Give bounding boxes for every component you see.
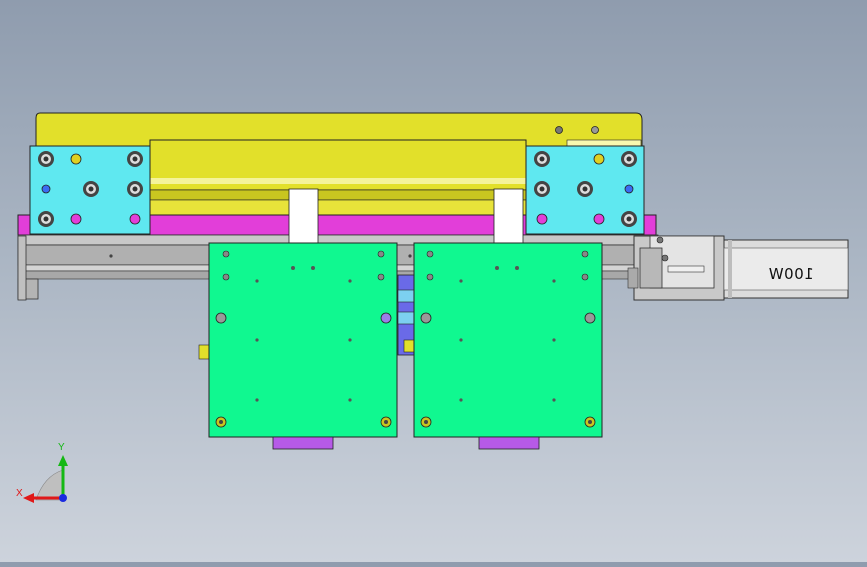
bolt-icon [420, 416, 432, 428]
bolt-icon [621, 151, 637, 167]
coordinate-triad [23, 455, 68, 503]
x-axis-label: X [16, 488, 23, 499]
y-axis-label: Y [58, 442, 65, 453]
purple-tab-left[interactable] [272, 436, 334, 450]
bolt-icon [215, 416, 227, 428]
carriage-right[interactable] [413, 242, 603, 438]
screw-hole-icon [656, 236, 664, 244]
bolt-icon [38, 151, 54, 167]
carriage-left[interactable] [208, 242, 398, 438]
bolt-icon [380, 416, 392, 428]
mount-block-right[interactable] [525, 145, 645, 235]
bolt-icon [534, 151, 550, 167]
screw-hole-icon [661, 254, 669, 262]
bolt-icon [127, 151, 143, 167]
support-column-right[interactable] [493, 188, 524, 244]
bolt-icon [534, 181, 550, 197]
bolt-icon [584, 416, 596, 428]
cad-viewport[interactable]: 100W Y X [0, 0, 867, 562]
screw-hole-icon [591, 126, 599, 134]
purple-tab-right[interactable] [478, 436, 540, 450]
bolt-icon [127, 181, 143, 197]
bolt-icon [83, 181, 99, 197]
motor-bracket[interactable] [627, 235, 725, 301]
assembly-drawing[interactable] [0, 0, 867, 562]
mount-block-left[interactable] [29, 145, 151, 235]
bolt-icon [621, 211, 637, 227]
support-column-left[interactable] [288, 188, 319, 244]
bolt-icon [577, 181, 593, 197]
motor-rating-label: 100W [768, 265, 814, 283]
screw-hole-icon [555, 126, 563, 134]
bolt-icon [38, 211, 54, 227]
